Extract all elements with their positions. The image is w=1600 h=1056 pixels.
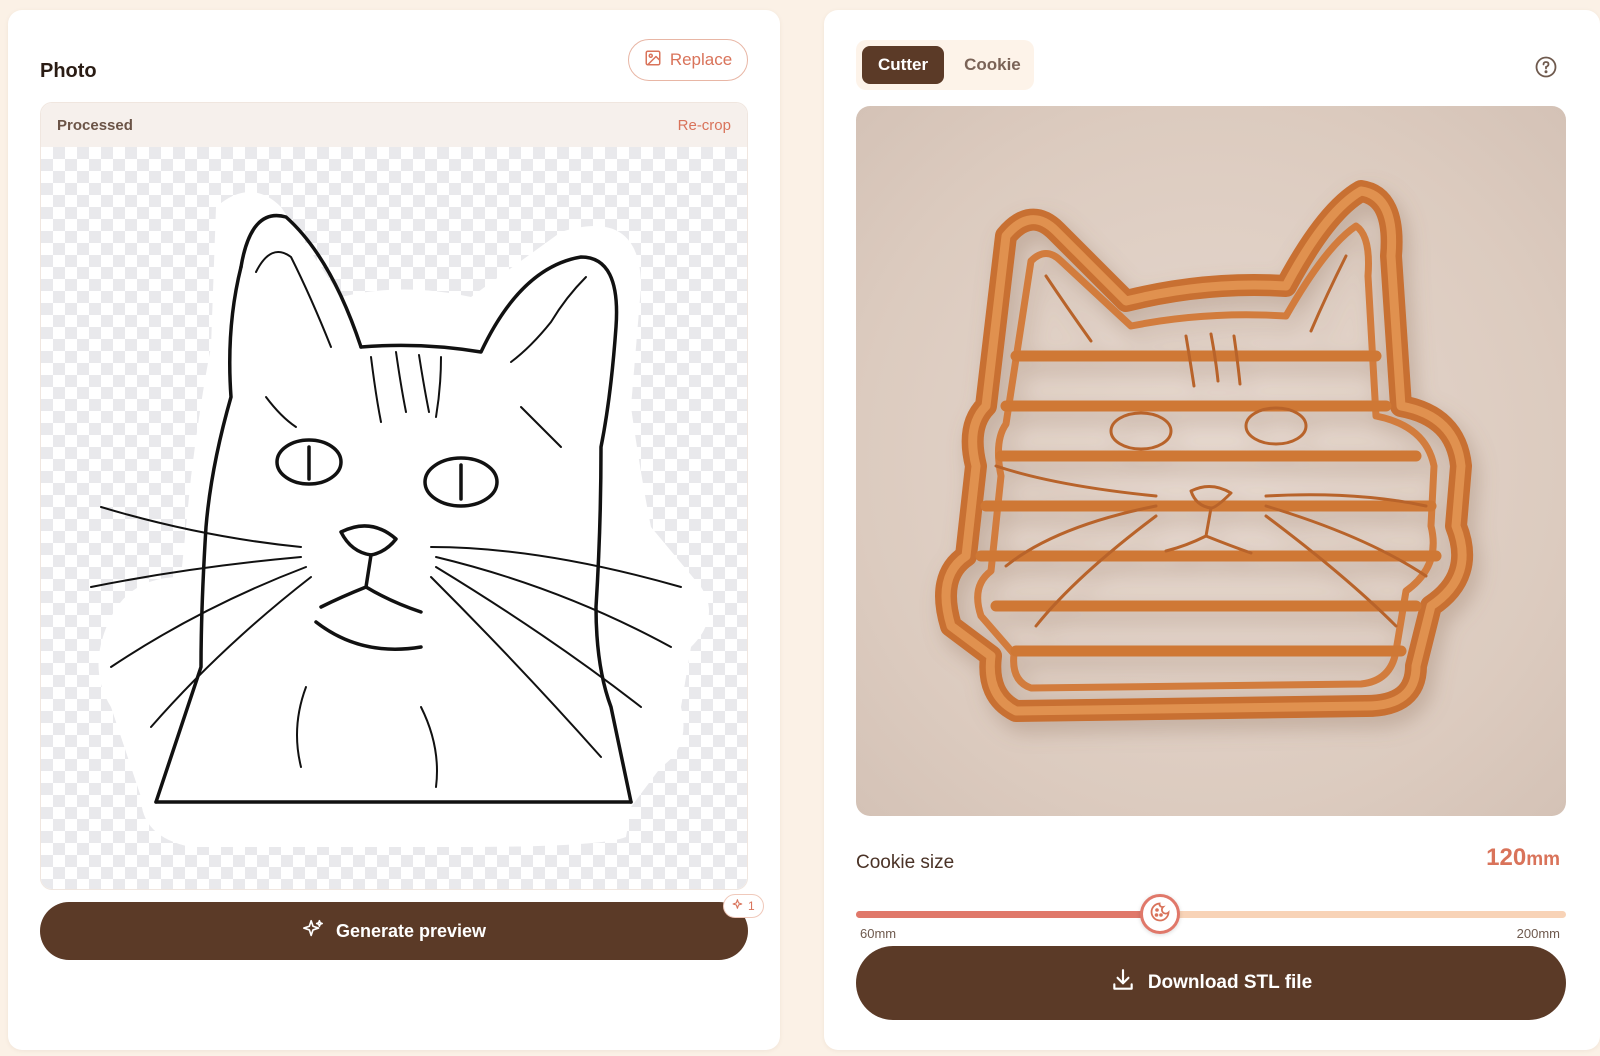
download-icon (1110, 967, 1136, 999)
sparkle-small-icon (732, 898, 745, 914)
slider-fill (856, 911, 1161, 918)
cookie-size-value: 120mm (1486, 844, 1560, 872)
cookie-size-number: 120 (1486, 844, 1527, 871)
cookie-icon (1148, 900, 1172, 929)
cat-line-art-image (90, 192, 709, 847)
tab-cookie[interactable]: Cookie (948, 46, 1037, 84)
replace-button[interactable]: Replace (628, 39, 748, 81)
image-icon (644, 49, 662, 72)
credit-badge: 1 (723, 894, 764, 918)
cookie-size-unit: mm (1526, 849, 1560, 870)
credit-count: 1 (748, 899, 755, 913)
slider-thumb[interactable] (1140, 894, 1181, 934)
slider-min-label: 60mm (860, 926, 897, 941)
tab-cutter[interactable]: Cutter (862, 46, 945, 84)
image-card-header: Processed Re-crop (41, 103, 747, 147)
download-stl-label: Download STL file (1147, 972, 1313, 993)
transparent-background (41, 147, 747, 889)
processed-status-label: Processed (57, 116, 133, 134)
sparkle-icon (302, 918, 324, 945)
generate-preview-label: Generate preview (335, 920, 487, 941)
cookie-size-slider[interactable] (856, 894, 1566, 938)
preview-panel: Cutter Cookie Cookie size 120mm 60mm 200… (824, 10, 1600, 1050)
slider-max-label: 200mm (1516, 926, 1560, 941)
processed-image-card: Processed Re-crop (40, 102, 748, 890)
help-circle-icon[interactable] (1534, 55, 1558, 79)
recrop-link[interactable]: Re-crop (678, 117, 731, 134)
cookie-size-label: Cookie size (856, 852, 955, 873)
panel-title: Photo (40, 60, 97, 82)
replace-button-label: Replace (669, 50, 733, 69)
3d-cutter-viewer[interactable] (856, 106, 1566, 816)
view-mode-tabs: Cutter Cookie (856, 40, 1034, 90)
photo-panel: Photo Replace Processed Re-crop Generate… (8, 10, 780, 1050)
generate-preview-button[interactable]: Generate preview (40, 902, 748, 960)
download-stl-button[interactable]: Download STL file (856, 946, 1566, 1020)
cookie-cutter-render (935, 180, 1474, 722)
